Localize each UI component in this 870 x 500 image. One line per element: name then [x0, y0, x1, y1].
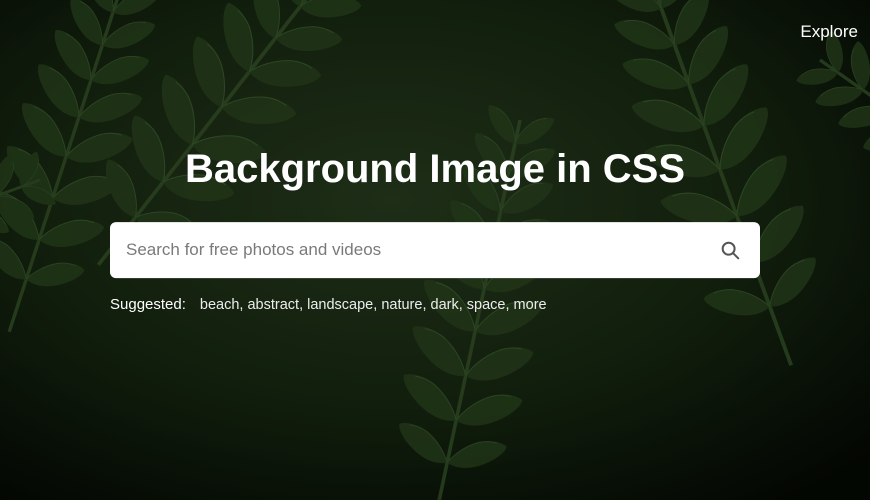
hero-content: Background Image in CSS Suggested: beach…: [110, 147, 760, 313]
suggested-tag-dark[interactable]: dark: [431, 297, 459, 313]
page-title: Background Image in CSS: [110, 147, 760, 192]
tag-separator: ,: [505, 297, 513, 313]
suggested-tag-abstract[interactable]: abstract: [247, 297, 299, 313]
suggested-tag-more[interactable]: more: [514, 297, 547, 313]
suggested-tag-beach[interactable]: beach: [200, 297, 240, 313]
explore-link[interactable]: Explore: [800, 22, 858, 41]
suggested-row: Suggested: beach, abstract, landscape, n…: [110, 296, 760, 313]
suggested-tags: beach, abstract, landscape, nature, dark…: [200, 297, 547, 313]
suggested-tag-space[interactable]: space: [467, 297, 506, 313]
suggested-label: Suggested:: [110, 296, 186, 313]
tag-separator: ,: [299, 297, 307, 313]
suggested-tag-nature[interactable]: nature: [381, 297, 422, 313]
search-input[interactable]: [126, 240, 716, 260]
tag-separator: ,: [422, 297, 430, 313]
search-icon[interactable]: [716, 236, 744, 264]
suggested-tag-landscape[interactable]: landscape: [307, 297, 373, 313]
hero-section: Explore Background Image in CSS Suggeste…: [0, 0, 870, 500]
tag-separator: ,: [459, 297, 467, 313]
search-box: [110, 222, 760, 278]
top-nav: Explore: [788, 0, 870, 64]
